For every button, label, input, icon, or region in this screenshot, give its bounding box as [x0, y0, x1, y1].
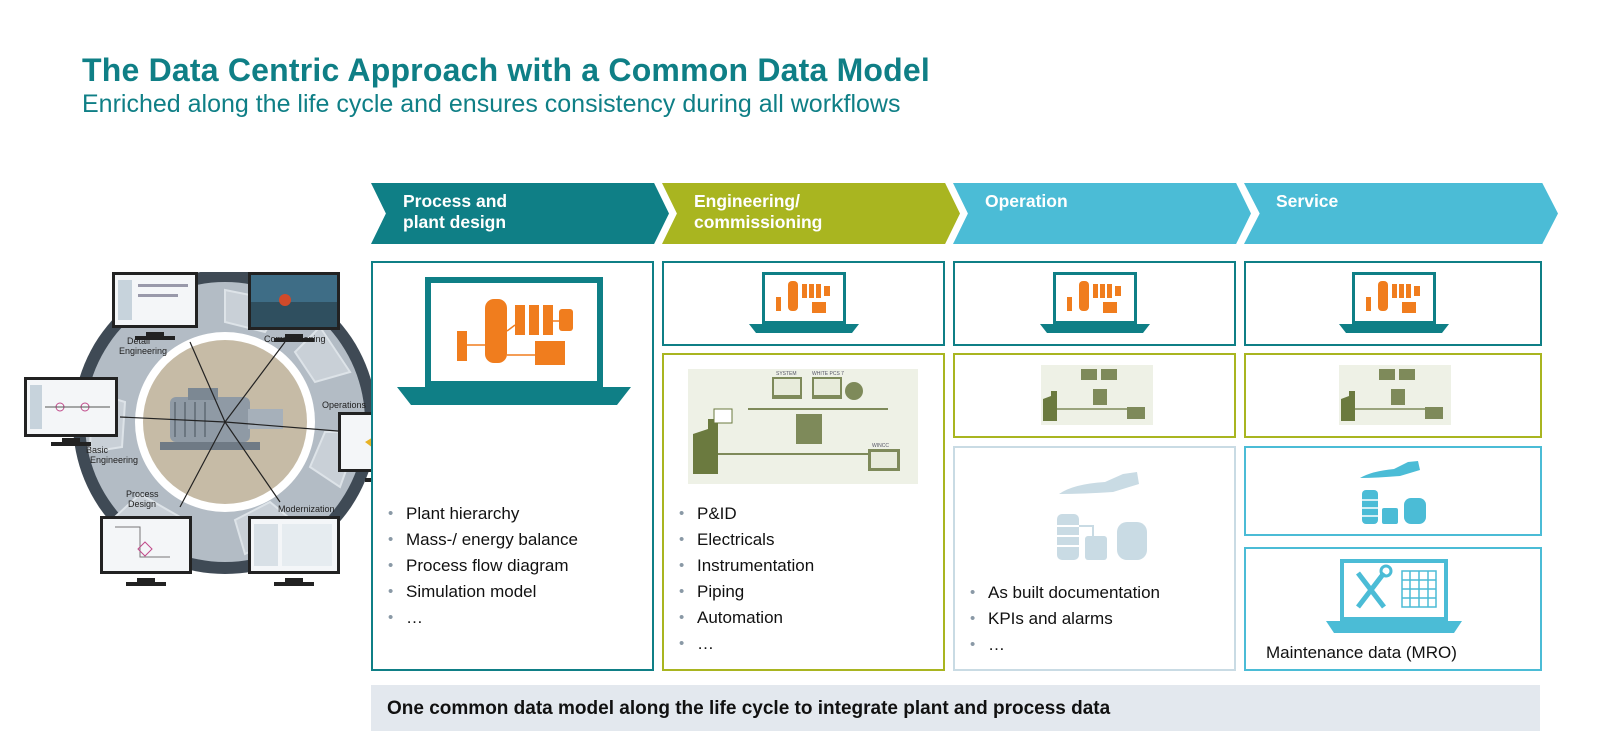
- monitor-basic-engineering: [24, 377, 118, 446]
- list-item: Mass-/ energy balance: [388, 527, 578, 553]
- page-title: The Data Centric Approach with a Common …: [82, 52, 931, 88]
- phase-process-plant-design: Process and plant design: [371, 183, 669, 244]
- list-item: As built documentation: [970, 580, 1160, 606]
- automation-system-icon: [1339, 365, 1451, 425]
- lc-label-detail-1: Detail: [127, 336, 150, 346]
- maintenance-label: Maintenance data (MRO): [1266, 643, 1457, 662]
- laptop-plant-icon: [397, 277, 631, 405]
- service-maintenance-panel: Maintenance data (MRO): [1244, 547, 1542, 671]
- list-item: Electricals: [679, 527, 814, 553]
- mini-label-system: SYSTEM: [776, 371, 797, 377]
- operation-content-panel: As built documentation KPIs and alarms …: [953, 446, 1236, 671]
- lc-label-modernization: Modernization: [278, 504, 335, 514]
- phase-label-line1: Service: [1276, 191, 1339, 211]
- service-laptop-panel: [1244, 261, 1542, 346]
- phase-label-line1: Operation: [985, 191, 1068, 211]
- list-item: Piping: [679, 579, 814, 605]
- laptop-tools-icon: [1326, 559, 1462, 633]
- list-item: Instrumentation: [679, 553, 814, 579]
- process-design-panel: Plant hierarchy Mass-/ energy balance Pr…: [371, 261, 654, 671]
- automation-system-icon: [1041, 365, 1153, 425]
- laptop-plant-icon: [1040, 272, 1150, 333]
- monitor-modernization: [248, 516, 340, 586]
- list-item: P&ID: [679, 501, 814, 527]
- phase-service: Service: [1244, 183, 1558, 244]
- list-item: Plant hierarchy: [388, 501, 578, 527]
- lc-label-process-1: Process: [126, 489, 159, 499]
- mini-label-pcs7: WHITE PCS 7: [812, 371, 844, 377]
- laptop-plant-icon: [749, 272, 859, 333]
- operation-laptop-panel: [953, 261, 1236, 346]
- lc-label-detail-2: Engineering: [119, 346, 167, 356]
- phase-label-line1: Engineering/: [694, 191, 800, 211]
- list-item: …: [388, 605, 578, 631]
- operation-system-panel: [953, 353, 1236, 438]
- footer-text: One common data model along the life cyc…: [387, 698, 1111, 719]
- automation-system-icon: SYSTEM WHITE PCS 7 WINCC: [688, 369, 918, 484]
- phase-label-line2: plant design: [403, 212, 507, 232]
- phase-label-line1: Process and: [403, 191, 508, 211]
- engineering-laptop-panel: [662, 261, 945, 346]
- phase-operation: Operation: [953, 183, 1251, 244]
- hand-plant-icon: [1360, 461, 1426, 524]
- phase-label-line2: commissioning: [694, 212, 823, 232]
- engineering-content-panel: SYSTEM WHITE PCS 7 WINCC P&ID Electrical…: [662, 353, 945, 671]
- lc-label-operations: Operations: [322, 400, 367, 410]
- lc-label-basic-2: Engineering: [90, 455, 138, 465]
- engineering-list: P&ID Electricals Instrumentation Piping …: [679, 501, 814, 657]
- lc-label-basic-1: Basic: [86, 445, 109, 455]
- operation-list: As built documentation KPIs and alarms …: [970, 580, 1160, 658]
- list-item: Simulation model: [388, 579, 578, 605]
- lc-label-process-2: Design: [128, 499, 156, 509]
- list-item: …: [679, 631, 814, 657]
- list-item: …: [970, 632, 1160, 658]
- list-item: Process flow diagram: [388, 553, 578, 579]
- mini-label-wincc: WINCC: [872, 443, 889, 449]
- service-system-panel: [1244, 353, 1542, 438]
- laptop-plant-icon: [1339, 272, 1449, 333]
- list-item: Automation: [679, 605, 814, 631]
- phase-engineering-commissioning: Engineering/ commissioning: [662, 183, 960, 244]
- footer-banner: One common data model along the life cyc…: [371, 685, 1540, 731]
- monitor-process-design: [100, 516, 192, 586]
- hand-plant-icon: [1057, 472, 1147, 560]
- page-subtitle: Enriched along the life cycle and ensure…: [82, 90, 901, 118]
- process-design-list: Plant hierarchy Mass-/ energy balance Pr…: [388, 501, 578, 631]
- list-item: KPIs and alarms: [970, 606, 1160, 632]
- lc-label-commissioning: Commissioning: [264, 334, 326, 344]
- service-hand-plant-panel: [1244, 446, 1542, 536]
